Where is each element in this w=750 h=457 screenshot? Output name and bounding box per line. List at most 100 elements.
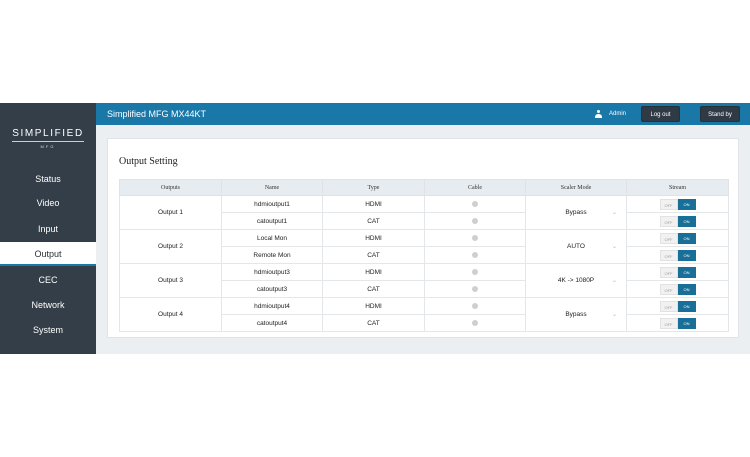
toggle-off-label: OFF: [659, 283, 678, 295]
chevron-down-icon: ⌄: [611, 243, 617, 250]
toggle-off-label: OFF: [659, 232, 678, 244]
sidebar-item-network[interactable]: Network: [0, 293, 96, 317]
table-row: Output 2 Local Mon HDMI AUTO ⌄ OFF ON: [119, 229, 729, 264]
output-label: Output 4: [119, 297, 222, 332]
table-row: Output 1 hdmioutput1 HDMI Bypass ⌄ OFF ON: [119, 195, 729, 230]
toggle-on-label: ON: [677, 266, 696, 278]
output-label: Output 3: [119, 263, 222, 298]
cable-indicator-icon: [472, 200, 478, 207]
output-name: hdmioutput3: [221, 263, 323, 281]
output-label: Output 1: [119, 195, 222, 230]
toggle-on-label: ON: [677, 317, 696, 329]
logout-button[interactable]: Log out: [641, 106, 680, 122]
output-type: CAT: [322, 212, 425, 230]
cable-status: [424, 195, 526, 213]
toggle-on-label: ON: [677, 249, 696, 261]
output-type: HDMI: [322, 297, 425, 315]
toggle-off-label: OFF: [659, 198, 678, 210]
standby-button[interactable]: Stand by: [700, 106, 740, 122]
stream-cell: OFF ON: [626, 195, 729, 213]
column-header: Outputs: [119, 179, 222, 196]
output-name: Local Mon: [221, 229, 323, 247]
cable-status: [424, 280, 526, 298]
output-name: hdmioutput1: [221, 195, 323, 213]
toggle-on-label: ON: [677, 300, 696, 312]
app-title: Simplified MFG MX44KT: [107, 109, 207, 119]
chevron-down-icon: ⌄: [611, 277, 617, 284]
toggle-off-label: OFF: [659, 249, 678, 261]
stream-cell: OFF ON: [626, 246, 729, 264]
column-header: Cable: [424, 179, 526, 196]
toggle-off-label: OFF: [659, 317, 678, 329]
toggle-on-label: ON: [677, 215, 696, 227]
section-title: Output Setting: [119, 156, 178, 167]
table-row: Output 3 hdmioutput3 HDMI 4K -> 1080P ⌄ O…: [119, 263, 729, 298]
column-header: Stream: [626, 179, 729, 196]
stream-cell: OFF ON: [626, 212, 729, 230]
cable-status: [424, 314, 526, 332]
scaler-mode-select[interactable]: 4K -> 1080P ⌄: [525, 263, 627, 298]
table-header-row: Outputs Name Type Cable Scaler Mode Stre…: [119, 179, 729, 196]
logo-text: SIMPLIFIED: [12, 128, 84, 142]
sidebar-item-video[interactable]: Video: [0, 191, 96, 215]
stream-toggle[interactable]: OFF ON: [659, 283, 696, 295]
stream-toggle[interactable]: OFF ON: [659, 249, 696, 261]
output-name: catoutput3: [221, 280, 323, 298]
scaler-mode-value: 4K -> 1080P: [557, 277, 595, 284]
column-header: Scaler Mode: [525, 179, 627, 196]
toggle-off-label: OFF: [659, 300, 678, 312]
column-header: Name: [221, 179, 323, 196]
cable-status: [424, 229, 526, 247]
output-name: catoutput1: [221, 212, 323, 230]
cable-status: [424, 263, 526, 281]
stream-cell: OFF ON: [626, 229, 729, 247]
scaler-mode-value: Bypass: [565, 311, 587, 318]
cable-indicator-icon: [472, 217, 478, 224]
cable-status: [424, 212, 526, 230]
brand-logo: SIMPLIFIED MFG: [0, 123, 96, 149]
sidebar-item-system[interactable]: System: [0, 318, 96, 342]
sidebar-item-cec[interactable]: CEC: [0, 268, 96, 292]
stream-toggle[interactable]: OFF ON: [659, 266, 696, 278]
output-name: hdmioutput4: [221, 297, 323, 315]
toggle-on-label: ON: [677, 232, 696, 244]
output-name: catoutput4: [221, 314, 323, 332]
scaler-mode-select[interactable]: AUTO ⌄: [525, 229, 627, 264]
output-type: CAT: [322, 246, 425, 264]
column-header: Type: [322, 179, 425, 196]
chevron-down-icon: ⌄: [611, 311, 617, 318]
cable-indicator-icon: [472, 319, 478, 326]
chevron-down-icon: ⌄: [611, 209, 617, 216]
output-type: HDMI: [322, 229, 425, 247]
user-name: Admin: [609, 111, 627, 117]
cable-indicator-icon: [472, 234, 478, 241]
output-label: Output 2: [119, 229, 222, 264]
toggle-off-label: OFF: [659, 266, 678, 278]
stream-toggle[interactable]: OFF ON: [659, 232, 696, 244]
stream-toggle[interactable]: OFF ON: [659, 300, 696, 312]
sidebar-item-status[interactable]: Status: [0, 167, 96, 191]
stream-cell: OFF ON: [626, 314, 729, 332]
user-icon: [595, 110, 602, 118]
output-type: HDMI: [322, 263, 425, 281]
scaler-mode-value: Bypass: [565, 209, 587, 216]
cable-status: [424, 297, 526, 315]
output-setting-panel: Output Setting Outputs Name Type Cable S…: [107, 138, 739, 338]
scaler-mode-select[interactable]: Bypass ⌄: [525, 195, 627, 230]
cable-indicator-icon: [472, 268, 478, 275]
scaler-mode-select[interactable]: Bypass ⌄: [525, 297, 627, 332]
toggle-on-label: ON: [677, 283, 696, 295]
output-table: Outputs Name Type Cable Scaler Mode Stre…: [119, 179, 729, 332]
stream-toggle[interactable]: OFF ON: [659, 198, 696, 210]
stream-cell: OFF ON: [626, 263, 729, 281]
sidebar-item-output[interactable]: Output: [0, 242, 96, 266]
cable-indicator-icon: [472, 251, 478, 258]
app-frame: SIMPLIFIED MFG Status Video Input Output…: [0, 103, 750, 354]
toggle-on-label: ON: [677, 198, 696, 210]
sidebar-item-input[interactable]: Input: [0, 217, 96, 241]
stream-toggle[interactable]: OFF ON: [659, 215, 696, 227]
output-type: HDMI: [322, 195, 425, 213]
stream-toggle[interactable]: OFF ON: [659, 317, 696, 329]
stream-cell: OFF ON: [626, 297, 729, 315]
stream-cell: OFF ON: [626, 280, 729, 298]
